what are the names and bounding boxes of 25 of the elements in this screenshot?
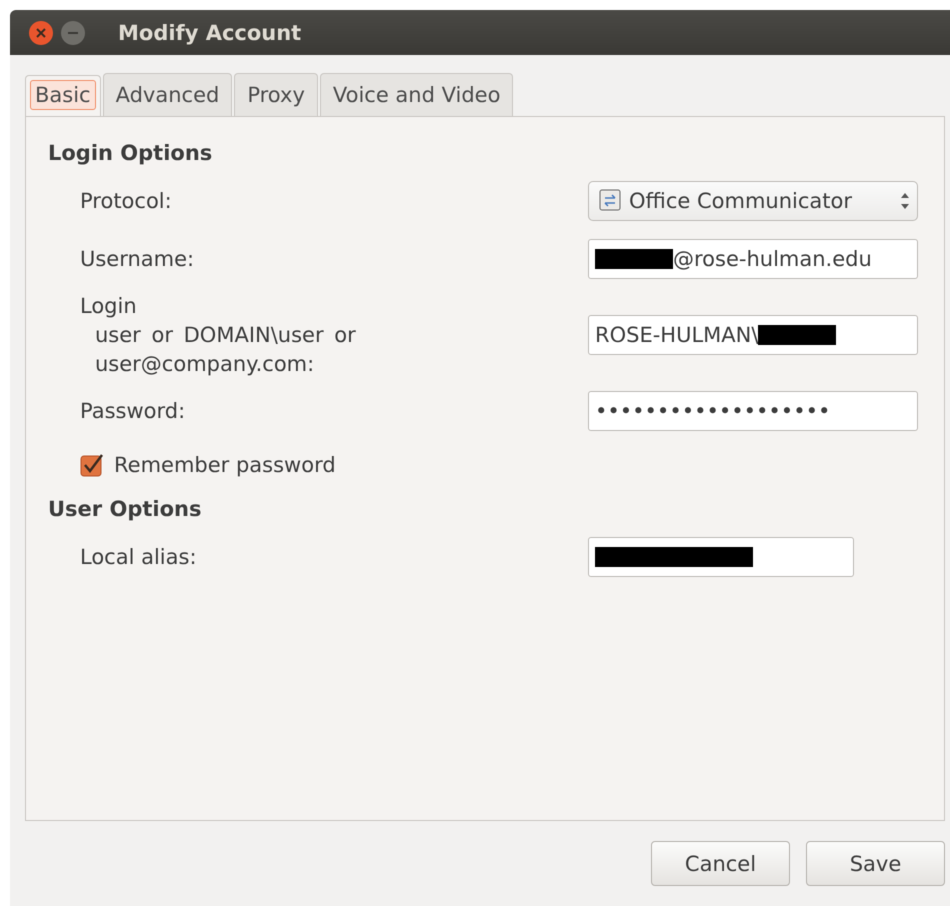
text-field[interactable] [588,537,854,577]
section-title: User Options [48,497,202,521]
remember-checkbox[interactable]: Remember password [80,450,336,480]
field-label: Protocol: [80,188,172,214]
protocol-dropdown[interactable]: Office Communicator [588,181,918,221]
window-title: Modify Account [118,20,302,44]
tab[interactable]: Voice and Video [320,73,514,116]
text-field[interactable]: ••••••••••••••••••• [588,391,918,431]
tab[interactable]: Proxy [234,73,318,116]
field-label: Login [80,292,138,320]
text-field[interactable]: ROSE-HULMAN\ [588,315,918,355]
field-label: Local alias: [80,544,197,570]
dialog-button[interactable]: Cancel [651,841,790,886]
dialog-button[interactable]: Save [806,841,945,886]
checkbox-icon [80,453,104,477]
chat-icon [599,189,621,213]
close-icon[interactable] [28,20,54,46]
field-label: Password: [80,398,186,424]
text-field[interactable]: @rose-hulman.edu [588,239,918,279]
minimize-icon[interactable] [60,20,86,46]
tab[interactable]: Basic [25,75,101,116]
tab[interactable]: Advanced [102,73,232,116]
field-label: Username: [80,246,194,272]
section-title: Login Options [48,141,214,165]
field-hint: user or DOMAIN\user or user@company.com: [94,322,357,378]
